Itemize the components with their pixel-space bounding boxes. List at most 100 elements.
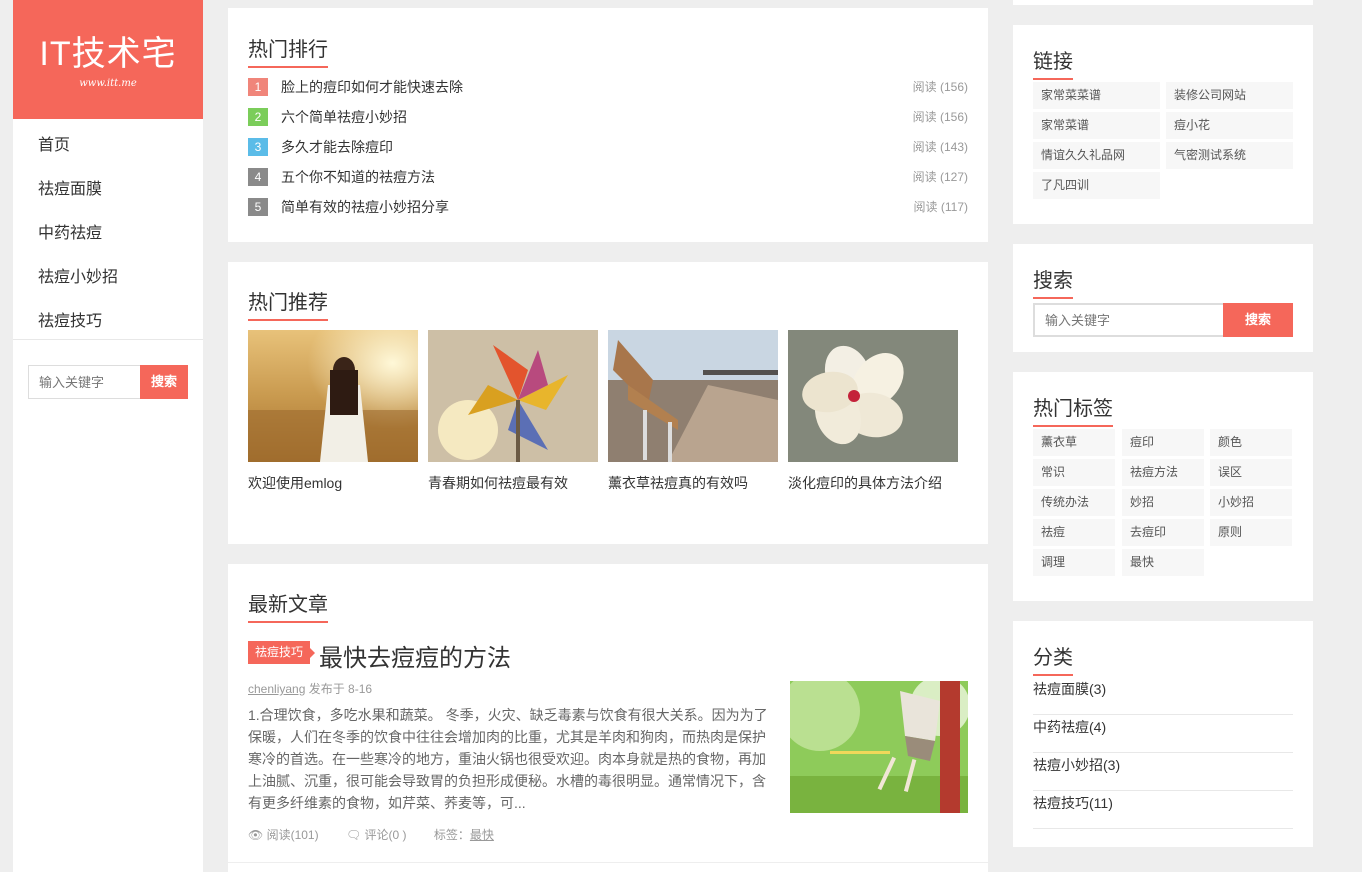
category-badge[interactable]: 祛痘技巧 xyxy=(248,641,316,664)
list-item[interactable]: 1 脸上的痘印如何才能快速去除 阅读 (156) xyxy=(248,78,968,98)
article-footer: 👁 阅读(101) 🗨 评论(0 ) 标签：最快 xyxy=(248,826,494,843)
reads-count: 阅读(101) xyxy=(266,828,319,842)
search-input[interactable] xyxy=(1033,303,1223,337)
nav-item-mask[interactable]: 祛痘面膜 xyxy=(38,175,102,199)
links-title: 链接 xyxy=(1033,45,1073,80)
search-title: 搜索 xyxy=(1033,264,1073,299)
site-title: IT技术宅 xyxy=(39,35,177,73)
recommend-image[interactable] xyxy=(788,330,958,462)
link-item[interactable]: 气密测试系统 xyxy=(1166,142,1293,169)
link-item[interactable]: 装修公司网站 xyxy=(1166,82,1293,109)
recommend-image[interactable] xyxy=(428,330,598,462)
top-panel-stub xyxy=(1013,0,1313,5)
rank-number: 1 xyxy=(248,78,268,96)
nav-item-skills[interactable]: 祛痘技巧 xyxy=(38,307,102,331)
rank-number: 3 xyxy=(248,138,268,156)
tag-item[interactable]: 小妙招 xyxy=(1210,489,1292,516)
hot-rank-panel: 热门排行 1 脸上的痘印如何才能快速去除 阅读 (156) 2 六个简单祛痘小妙… xyxy=(228,8,988,242)
categories-title: 分类 xyxy=(1033,641,1073,676)
recommend-item[interactable]: 薰衣草祛痘真的有效吗 xyxy=(608,330,778,493)
left-sidebar: IT技术宅 www.itt.me 首页 祛痘面膜 中药祛痘 祛痘小妙招 祛痘技巧… xyxy=(13,0,203,872)
article-meta: chenliyang 发布于 8-16 xyxy=(248,680,372,697)
hot-tags-panel: 热门标签 薰衣草 痘印 颜色 常识 祛痘方法 误区 传统办法 妙招 小妙招 祛痘… xyxy=(1013,372,1313,601)
hot-recommend-title: 热门推荐 xyxy=(248,286,328,321)
nav-item-tips[interactable]: 祛痘小妙招 xyxy=(38,263,118,287)
article-excerpt: 1.合理饮食，多吃水果和蔬菜。 冬季，火灾、缺乏毒素与饮食有很大关系。因为为了保… xyxy=(248,707,768,811)
article-divider xyxy=(228,862,988,863)
categories-panel: 分类 祛痘面膜(3) 中药祛痘(4) 祛痘小妙招(3) 祛痘技巧(11) xyxy=(1013,621,1313,847)
tags-label: 标签： xyxy=(433,828,470,842)
rank-views: 阅读 (117) xyxy=(913,200,968,214)
category-item[interactable]: 祛痘小妙招(3) xyxy=(1033,753,1293,791)
tag-item[interactable]: 调理 xyxy=(1033,549,1115,576)
recommend-image[interactable] xyxy=(248,330,418,462)
recommend-caption[interactable]: 淡化痘印的具体方法介绍 xyxy=(788,473,958,493)
tag-item[interactable]: 误区 xyxy=(1210,459,1292,486)
recommend-item[interactable]: 欢迎使用emlog xyxy=(248,330,418,493)
link-item[interactable]: 家常菜谱 xyxy=(1033,112,1160,139)
link-item[interactable]: 情谊久久礼品网 xyxy=(1033,142,1160,169)
article-comments[interactable]: 🗨 评论(0 ) xyxy=(346,828,407,842)
link-item[interactable]: 痘小花 xyxy=(1166,112,1293,139)
rank-title[interactable]: 脸上的痘印如何才能快速去除 xyxy=(281,78,463,96)
recommend-caption[interactable]: 薰衣草祛痘真的有效吗 xyxy=(608,473,778,493)
list-item[interactable]: 4 五个你不知道的祛痘方法 阅读 (127) xyxy=(248,168,968,188)
rank-title[interactable]: 五个你不知道的祛痘方法 xyxy=(281,168,435,186)
hot-rank-title: 热门排行 xyxy=(248,33,328,68)
rank-views: 阅读 (143) xyxy=(912,140,968,154)
tag-item[interactable]: 祛痘方法 xyxy=(1122,459,1204,486)
link-item[interactable]: 家常菜菜谱 xyxy=(1033,82,1160,109)
category-item[interactable]: 祛痘技巧(11) xyxy=(1033,791,1293,829)
rank-title[interactable]: 多久才能去除痘印 xyxy=(281,138,393,156)
comments-count[interactable]: 评论(0 ) xyxy=(365,828,407,842)
recommend-caption[interactable]: 青春期如何祛痘最有效 xyxy=(428,473,598,493)
search-panel: 搜索 搜索 xyxy=(1013,244,1313,352)
hot-tags-title: 热门标签 xyxy=(1033,392,1113,427)
article-title[interactable]: 最快去痘痘的方法 xyxy=(319,638,511,673)
tag-item[interactable]: 妙招 xyxy=(1122,489,1204,516)
tag-item[interactable]: 原则 xyxy=(1210,519,1292,546)
latest-panel: 最新文章 祛痘技巧 最快去痘痘的方法 chenliyang 发布于 8-16 1… xyxy=(228,564,988,872)
latest-title: 最新文章 xyxy=(248,588,328,623)
list-item[interactable]: 3 多久才能去除痘印 阅读 (143) xyxy=(248,138,968,158)
tag-item[interactable]: 祛痘 xyxy=(1033,519,1115,546)
rank-title[interactable]: 六个简单祛痘小妙招 xyxy=(281,108,407,126)
rank-title[interactable]: 简单有效的祛痘小妙招分享 xyxy=(281,198,449,216)
rank-number: 4 xyxy=(248,168,268,186)
tag-item[interactable]: 去痘印 xyxy=(1122,519,1204,546)
category-item[interactable]: 祛痘面膜(3) xyxy=(1033,677,1293,715)
article-tag[interactable]: 最快 xyxy=(470,828,494,842)
left-search-button[interactable]: 搜索 xyxy=(140,365,188,399)
tag-item[interactable]: 痘印 xyxy=(1122,429,1204,456)
recommend-item[interactable]: 青春期如何祛痘最有效 xyxy=(428,330,598,493)
site-url: www.itt.me xyxy=(79,78,137,89)
tag-item[interactable]: 颜色 xyxy=(1210,429,1292,456)
recommend-image[interactable] xyxy=(608,330,778,462)
article-thumbnail[interactable] xyxy=(790,681,968,813)
tag-item[interactable]: 常识 xyxy=(1033,459,1115,486)
eye-icon: 👁 xyxy=(248,828,264,842)
category-item[interactable]: 中药祛痘(4) xyxy=(1033,715,1293,753)
rank-views: 阅读 (156) xyxy=(912,80,968,94)
search-button[interactable]: 搜索 xyxy=(1223,303,1293,337)
hot-recommend-panel: 热门推荐 欢迎使用emlog 青春期如何祛痘最有效 薰衣草祛痘真的有效吗 淡化痘… xyxy=(228,262,988,544)
recommend-caption[interactable]: 欢迎使用emlog xyxy=(248,473,418,493)
list-item[interactable]: 5 简单有效的祛痘小妙招分享 阅读 (117) xyxy=(248,198,968,218)
rank-views: 阅读 (156) xyxy=(912,110,968,124)
site-logo[interactable]: IT技术宅 www.itt.me xyxy=(13,0,203,119)
tag-item[interactable]: 薰衣草 xyxy=(1033,429,1115,456)
article-date: 发布于 8-16 xyxy=(308,682,373,696)
rank-number: 2 xyxy=(248,108,268,126)
list-item[interactable]: 2 六个简单祛痘小妙招 阅读 (156) xyxy=(248,108,968,128)
left-search-input[interactable] xyxy=(28,365,140,399)
link-item[interactable]: 了凡四训 xyxy=(1033,172,1160,199)
comment-icon: 🗨 xyxy=(345,828,362,842)
tag-item[interactable]: 最快 xyxy=(1122,549,1204,576)
article-author[interactable]: chenliyang xyxy=(248,682,305,696)
article-reads: 👁 阅读(101) xyxy=(248,828,319,842)
tag-item[interactable]: 传统办法 xyxy=(1033,489,1115,516)
links-panel: 链接 家常菜菜谱 装修公司网站 家常菜谱 痘小花 情谊久久礼品网 气密测试系统 … xyxy=(1013,25,1313,224)
recommend-item[interactable]: 淡化痘印的具体方法介绍 xyxy=(788,330,958,493)
nav-item-herbal[interactable]: 中药祛痘 xyxy=(38,219,102,243)
nav-item-home[interactable]: 首页 xyxy=(38,131,70,155)
